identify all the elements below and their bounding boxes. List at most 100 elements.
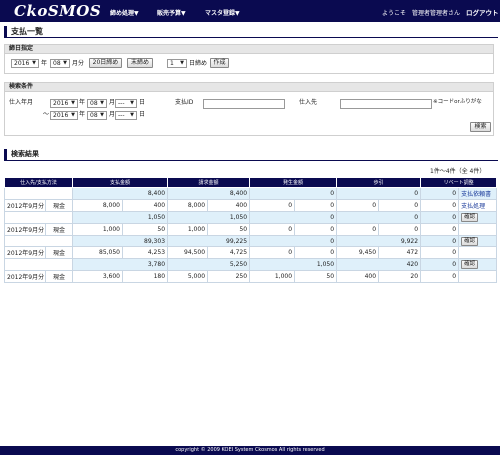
payment-method-cell: 現金 xyxy=(45,198,73,212)
search-section-header: 検索条件 xyxy=(4,82,494,92)
payment-amount-cell: 1,000 xyxy=(72,222,123,236)
payment-process-link[interactable]: 支払処理 xyxy=(461,203,485,210)
action-cell: 支払依頼書 xyxy=(458,187,498,200)
payment-method-cell: 現金 xyxy=(45,246,73,260)
from-day-select[interactable]: --- ▼ xyxy=(115,99,137,108)
closing-20th-button[interactable]: 20日締め xyxy=(89,58,122,68)
search-button[interactable]: 検索 xyxy=(470,122,491,132)
billing-month-cell: 2012年9月分 xyxy=(4,198,46,212)
closing-month-end-button[interactable]: 末締め xyxy=(127,58,153,68)
occurrence-amount-cell: 1,000 xyxy=(249,270,296,284)
to-month-select[interactable]: 08 ▼ xyxy=(87,111,107,120)
app-logo[interactable]: CkoSMOS xyxy=(14,2,101,20)
payments-table: 仕入先/支払方法 支払金額 請求金額 発生金額 歩引 リベート調整 8,400 8… xyxy=(4,177,498,284)
payment-amount-cell: 85,050 xyxy=(72,246,123,260)
day-suffix: 日 xyxy=(139,111,146,118)
closing-panel: 2016 ▼ 年 08 ▼ 月分 20日締め 末締め 1 ▼ 日締め 作成 xyxy=(4,54,494,74)
supplier-note: ※コードorふりがな xyxy=(433,99,482,105)
rebate-cell: 0 xyxy=(420,246,460,260)
payment-tax-cell: 4,253 xyxy=(121,246,169,260)
discount-amount-cell: 0 xyxy=(336,222,380,236)
footer-copyright: copyright © 2009 KOEI System Ckosmos All… xyxy=(0,446,500,455)
invoice-tax-cell: 4,725 xyxy=(207,246,251,260)
invoice-total-cell: 99,225 xyxy=(167,234,251,248)
table-header-row: 仕入先/支払方法 支払金額 請求金額 発生金額 歩引 リベート調整 xyxy=(4,177,498,188)
occurrence-tax-cell: 50 xyxy=(294,270,338,284)
discount-total-cell: 9,922 xyxy=(336,234,422,248)
supplier-cell xyxy=(4,187,73,200)
search-panel: 仕入年月 2016 ▼ 年 08 ▼ 月 --- ▼ 日 ～ 2016 ▼ 年 08 ▼ … xyxy=(4,92,494,136)
billing-month-cell: 2012年9月分 xyxy=(4,270,46,284)
occurrence-total-cell: 0 xyxy=(249,187,338,200)
closing-month-select[interactable]: 08 ▼ xyxy=(50,59,70,68)
supplier-cell xyxy=(4,258,73,272)
nav-master-menu[interactable]: マスタ登録▼ xyxy=(205,8,240,17)
supplier-cell xyxy=(4,234,73,248)
col-discount: 歩引 xyxy=(336,177,422,188)
month-suffix: 月分 xyxy=(72,60,85,67)
chevron-down-icon: ▼ xyxy=(100,100,104,106)
rebate-cell: 0 xyxy=(420,270,460,284)
page-title: 支払一覧 xyxy=(4,26,498,38)
discount-amount-cell: 9,450 xyxy=(336,246,380,260)
from-year-select[interactable]: 2016 ▼ xyxy=(50,99,78,108)
chevron-down-icon: ▼ xyxy=(32,60,36,66)
occurrence-total-cell: 0 xyxy=(249,210,338,224)
supplier-input[interactable] xyxy=(340,99,432,109)
billing-month-cell: 2012年9月分 xyxy=(4,246,46,260)
summary-row: 1,050 1,050 0 0 0 確認 xyxy=(4,210,498,224)
confirm-button[interactable]: 確認 xyxy=(461,260,479,270)
discount-total-cell: 420 xyxy=(336,258,422,272)
nav-sales-budget-menu[interactable]: 販売予算▼ xyxy=(157,8,186,17)
col-payment-amount: 支払金額 xyxy=(71,177,169,188)
nav-closing-menu[interactable]: 締め処理▼ xyxy=(110,8,139,17)
to-year-select[interactable]: 2016 ▼ xyxy=(50,111,78,120)
logout-link[interactable]: ログアウト xyxy=(466,7,499,17)
occurrence-amount-cell: 0 xyxy=(249,198,296,212)
action-cell xyxy=(458,270,498,284)
detail-row: 2012年9月分 現金 1,000 50 1,000 50 0 0 0 0 0 xyxy=(4,222,498,236)
closing-day-select[interactable]: 1 ▼ xyxy=(167,59,187,68)
payment-amount-cell: 3,600 xyxy=(72,270,123,284)
payment-request-link[interactable]: 支払依頼書 xyxy=(461,191,491,198)
rebate-cell: 0 xyxy=(420,258,460,272)
create-button[interactable]: 作成 xyxy=(210,58,229,68)
confirm-button[interactable]: 確認 xyxy=(461,212,479,222)
chevron-down-icon: ▼ xyxy=(71,100,75,106)
action-cell: 確認 xyxy=(458,210,498,224)
to-day-select[interactable]: --- ▼ xyxy=(115,111,137,120)
col-rebate-adjust: リベート調整 xyxy=(420,177,498,188)
payment-total-cell: 8,400 xyxy=(71,187,169,200)
chevron-down-icon: ▼ xyxy=(130,112,134,118)
col-supplier-method: 仕入先/支払方法 xyxy=(4,177,73,188)
from-month-select[interactable]: 08 ▼ xyxy=(87,99,107,108)
welcome-text: ようこそ 管理者管理者さん xyxy=(382,10,461,17)
closing-year-select[interactable]: 2016 ▼ xyxy=(11,59,39,68)
action-cell: 支払処理 xyxy=(458,198,498,212)
payment-method-cell: 現金 xyxy=(45,222,73,236)
discount-tax-cell: 0 xyxy=(378,198,422,212)
year-suffix: 年 xyxy=(79,99,86,106)
confirm-button[interactable]: 確認 xyxy=(461,236,479,246)
action-cell xyxy=(458,246,498,260)
billing-month-cell: 2012年9月分 xyxy=(4,222,46,236)
supplier-label: 仕入先 xyxy=(299,99,318,106)
day-suffix: 日締め xyxy=(189,60,208,67)
occurrence-total-cell: 0 xyxy=(249,234,338,248)
invoice-amount-cell: 8,000 xyxy=(167,198,209,212)
occurrence-amount-cell: 0 xyxy=(249,222,296,236)
occurrence-tax-cell: 0 xyxy=(294,198,338,212)
invoice-tax-cell: 400 xyxy=(207,198,251,212)
invoice-total-cell: 1,050 xyxy=(167,210,251,224)
results-title: 検索結果 xyxy=(4,149,498,161)
rebate-cell: 0 xyxy=(420,187,460,200)
discount-amount-cell: 400 xyxy=(336,270,380,284)
chevron-down-icon: ▼ xyxy=(63,60,67,66)
discount-total-cell: 0 xyxy=(336,187,422,200)
action-cell: 確認 xyxy=(458,258,498,272)
result-count: 1件～4件（全 4件） xyxy=(430,168,486,175)
invoice-amount-cell: 1,000 xyxy=(167,222,209,236)
payment-id-input[interactable] xyxy=(203,99,285,109)
detail-row: 2012年9月分 現金 3,600 180 5,000 250 1,000 50 400 20 0 xyxy=(4,270,498,284)
chevron-down-icon: ▼ xyxy=(71,112,75,118)
